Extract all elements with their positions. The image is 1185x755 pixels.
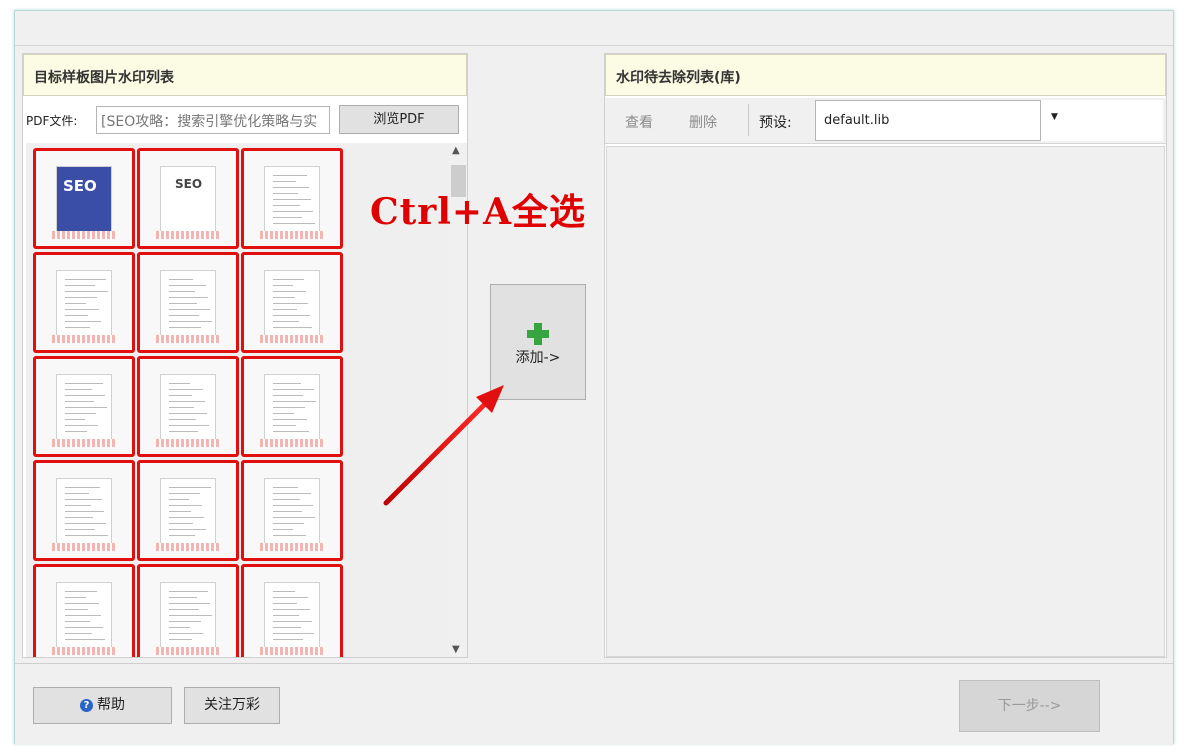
thumbnail-item[interactable] — [137, 356, 239, 457]
page-preview — [264, 582, 320, 654]
thumbnail-item[interactable] — [137, 564, 239, 657]
watermark-strip — [156, 439, 220, 447]
watermark-strip — [156, 231, 220, 239]
watermark-strip — [260, 231, 324, 239]
preset-label: 预设: — [759, 115, 792, 131]
follow-button[interactable]: 关注万彩 — [184, 687, 280, 724]
watermark-strip — [156, 335, 220, 343]
panel-title-right: 水印待去除列表(库) — [605, 54, 1166, 96]
watermark-strip — [52, 231, 116, 239]
thumbnail-item[interactable] — [241, 460, 343, 561]
preset-dropdown[interactable]: ▼ — [1041, 100, 1163, 141]
add-button-label: 添加-> — [515, 350, 561, 366]
page-preview — [160, 374, 216, 446]
red-arrow-icon — [383, 385, 504, 506]
page-preview — [264, 478, 320, 550]
watermark-strip — [52, 543, 116, 551]
next-step-button[interactable]: 下一步--> — [959, 680, 1100, 732]
thumbnail-item[interactable] — [33, 460, 135, 561]
panel-title-left: 目标样板图片水印列表 — [23, 54, 467, 96]
right-toolbar: 查看 删除 预设: default.lib ▼ — [605, 98, 1166, 144]
watermark-strip — [52, 335, 116, 343]
help-button[interactable]: ? 帮助 — [33, 687, 172, 724]
thumbnail-item[interactable] — [137, 460, 239, 561]
preset-select[interactable]: default.lib — [815, 100, 1041, 141]
watermark-strip — [156, 543, 220, 551]
caret-down-icon[interactable]: ▼ — [1051, 112, 1058, 122]
top-strip — [15, 11, 1173, 46]
watermark-strip — [260, 439, 324, 447]
page-preview — [56, 374, 112, 446]
page-preview — [56, 582, 112, 654]
page-preview — [56, 270, 112, 342]
watermark-strip — [260, 335, 324, 343]
watermark-sample-panel: 目标样板图片水印列表 PDF文件: [SEO攻略：搜索引擎优化策略与实 浏览PD… — [22, 53, 468, 658]
page-preview: SEO — [56, 166, 112, 238]
thumbnail-item[interactable] — [33, 564, 135, 657]
page-preview — [160, 582, 216, 654]
page-preview: SEO — [160, 166, 216, 238]
thumbnail-item[interactable] — [241, 356, 343, 457]
thumbnail-item[interactable] — [241, 564, 343, 657]
delete-button[interactable]: 删除 — [689, 112, 717, 132]
thumbnail-item[interactable] — [241, 252, 343, 353]
chevron-up-icon[interactable]: ▲ — [452, 145, 460, 156]
watermark-strip — [52, 647, 116, 655]
pdf-row: PDF文件: [SEO攻略：搜索引擎优化策略与实 浏览PDF — [23, 98, 467, 142]
page-preview — [56, 478, 112, 550]
page-preview — [264, 166, 320, 238]
page-preview — [160, 270, 216, 342]
cover-title: SEO — [63, 177, 97, 195]
thumbnail-item[interactable] — [241, 148, 343, 249]
chevron-down-icon[interactable]: ▼ — [452, 644, 460, 655]
pdf-file-label: PDF文件: — [26, 114, 78, 128]
watermark-removal-panel: 水印待去除列表(库) 查看 删除 预设: default.lib ▼ — [604, 53, 1167, 658]
thumbnail-item[interactable]: SEO — [33, 148, 135, 249]
watermark-strip — [260, 543, 324, 551]
watermark-strip — [156, 647, 220, 655]
help-icon: ? — [80, 698, 93, 712]
cover-title: SEO — [175, 177, 203, 191]
thumbnail-item[interactable]: SEO — [137, 148, 239, 249]
select-all-hint: Ctrl+A全选 — [370, 191, 587, 233]
watermark-strip — [52, 439, 116, 447]
thumbnail-item[interactable] — [33, 252, 135, 353]
bottom-bar: ? 帮助 关注万彩 下一步--> — [15, 663, 1173, 745]
page-preview — [264, 374, 320, 446]
watermark-strip — [260, 647, 324, 655]
thumbnail-item[interactable] — [33, 356, 135, 457]
removal-list[interactable] — [606, 146, 1165, 657]
app-window: 目标样板图片水印列表 PDF文件: [SEO攻略：搜索引擎优化策略与实 浏览PD… — [14, 10, 1174, 745]
view-button[interactable]: 查看 — [625, 112, 653, 132]
plus-icon — [527, 323, 549, 345]
page-preview — [264, 270, 320, 342]
pdf-path-input[interactable]: [SEO攻略：搜索引擎优化策略与实 — [96, 106, 330, 134]
browse-pdf-button[interactable]: 浏览PDF — [339, 105, 459, 134]
help-button-label: 帮助 — [97, 697, 125, 713]
thumbnail-item[interactable] — [137, 252, 239, 353]
toolbar-divider — [748, 104, 749, 136]
page-preview — [160, 478, 216, 550]
